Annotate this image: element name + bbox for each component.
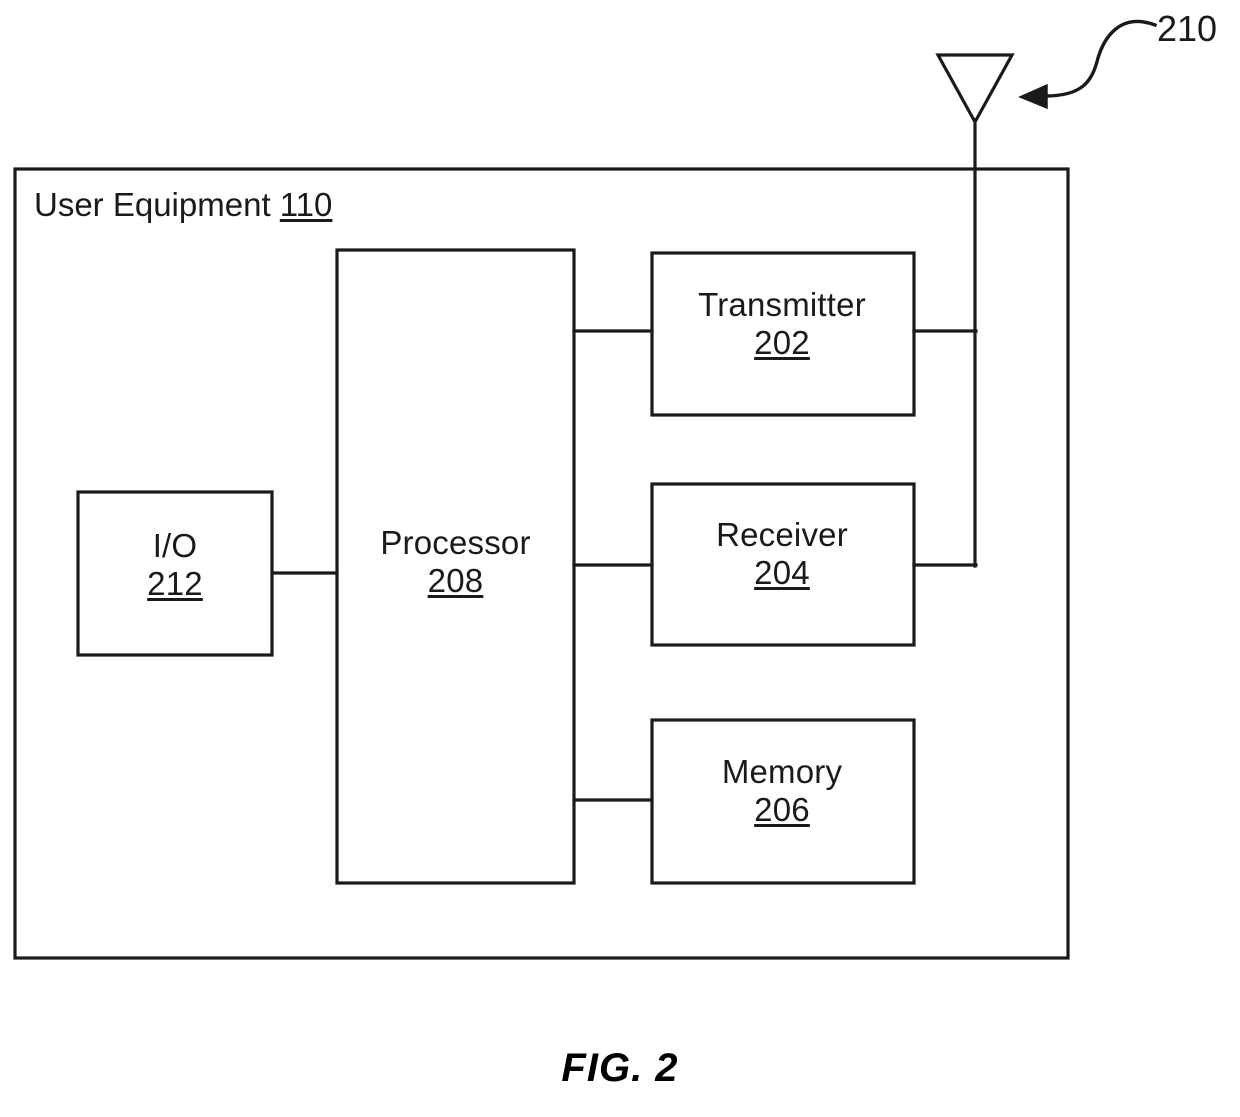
transmitter-block-box (650, 251, 916, 417)
io-block-box (76, 490, 274, 657)
antenna-icon (935, 53, 1015, 126)
antenna-ref-arrowhead-icon (1018, 83, 1048, 110)
receiver-block-box (650, 482, 916, 647)
user-equipment-ref-number: 110 (279, 186, 333, 223)
user-equipment-title: User Equipment 110 (34, 186, 332, 224)
user-equipment-title-text: User Equipment (34, 186, 271, 223)
figure-caption: FIG. 2 (561, 1046, 679, 1090)
processor-block-box (335, 248, 576, 885)
antenna-ref-number: 210 (1157, 8, 1218, 49)
user-equipment-outer-box (13, 167, 1070, 960)
memory-block-box (650, 718, 916, 885)
antenna-ref-leader-line (1043, 19, 1158, 98)
figure-2-diagram: User Equipment 110 I/O 212 Processor 208… (0, 0, 1240, 1117)
diagram-vector-layer (13, 19, 1158, 960)
